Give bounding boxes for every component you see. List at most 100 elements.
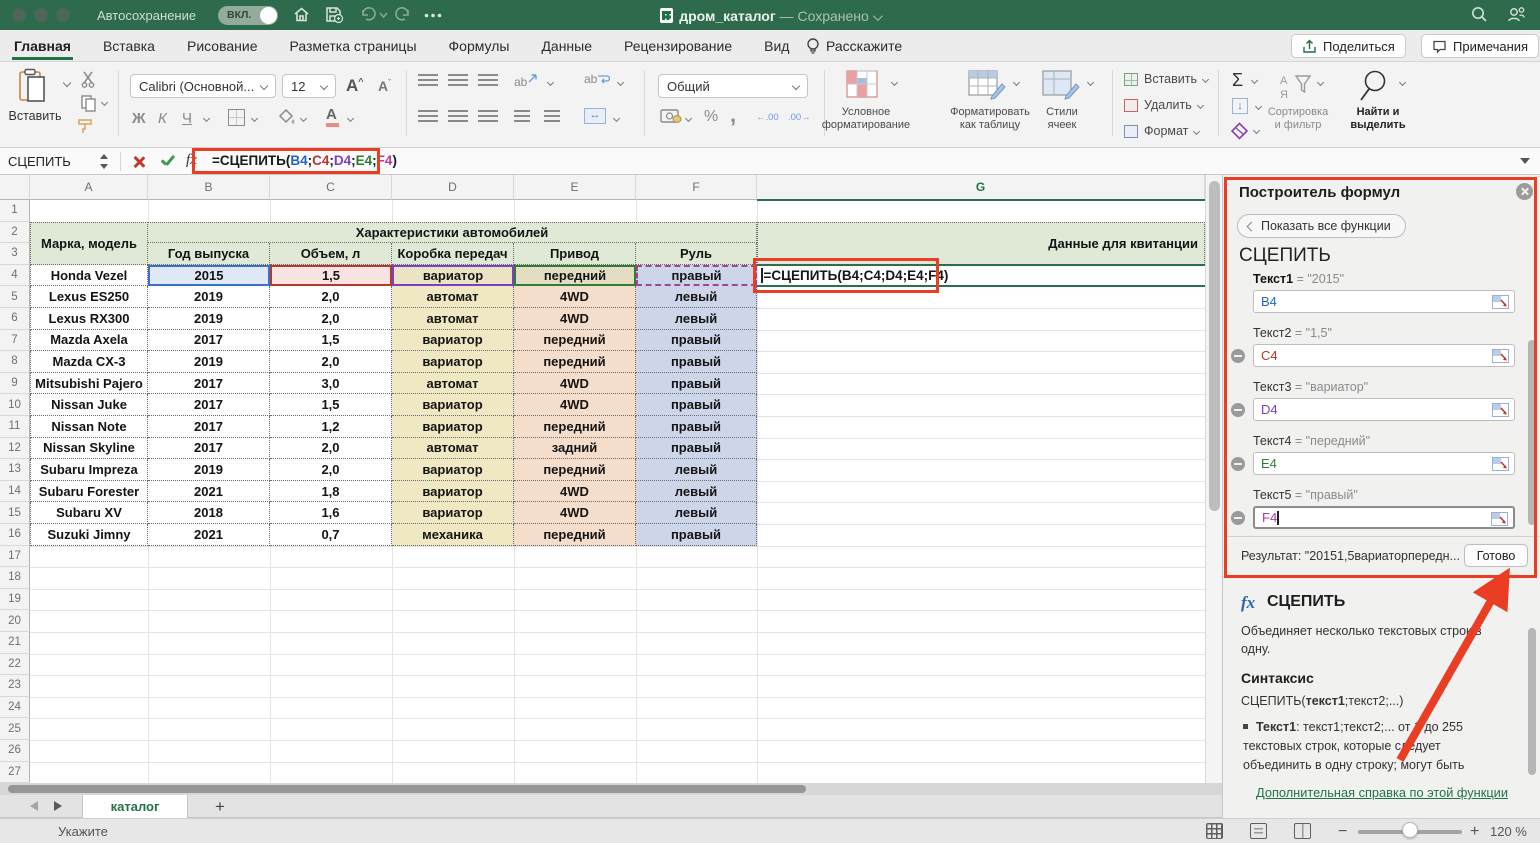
merge-cells-icon[interactable]: ↔	[584, 108, 606, 124]
name-box[interactable]: СЦЕПИТЬ	[8, 151, 96, 172]
arg-input-Текст3[interactable]: D4	[1253, 398, 1515, 421]
cell-A16[interactable]: Suzuki Jimny	[30, 524, 148, 546]
tab-Рисование[interactable]: Рисование	[185, 32, 260, 60]
align-right-icon[interactable]	[478, 110, 498, 124]
decrease-indent-icon[interactable]	[514, 110, 530, 124]
orientation-chevron-icon[interactable]	[547, 79, 554, 86]
sort-filter-chevron-icon[interactable]	[1317, 79, 1324, 86]
cell-F4[interactable]: правый	[636, 265, 757, 287]
tab-Вид[interactable]: Вид	[762, 32, 791, 60]
arg-input-Текст2[interactable]: C4	[1253, 344, 1515, 367]
wrap-text-chevron-icon[interactable]	[617, 79, 624, 86]
remove-arg-Текст3-button[interactable]	[1231, 403, 1245, 417]
currency-icon[interactable]	[660, 108, 682, 128]
help-scrollbar-thumb[interactable]	[1528, 628, 1536, 775]
ref-picker-icon[interactable]	[1492, 295, 1509, 309]
cell-F10[interactable]: правый	[636, 394, 757, 416]
cell-C8[interactable]: 2,0	[270, 351, 392, 373]
formula-input[interactable]: =СЦЕПИТЬ(B4;C4;D4;E4;F4)	[212, 153, 397, 168]
cell-B8[interactable]: 2019	[148, 351, 270, 373]
format-cells-button[interactable]: Формат	[1124, 124, 1199, 138]
cell-C3-subheader[interactable]: Объем, л	[270, 243, 392, 265]
close-panel-icon[interactable]	[1516, 183, 1533, 200]
cell-styles-label[interactable]: Стилиячеек	[1032, 106, 1092, 132]
font-size-combo[interactable]: 12	[282, 74, 336, 98]
cell-E13[interactable]: передний	[514, 459, 636, 481]
cell-D4[interactable]: вариатор	[392, 265, 514, 287]
horizontal-scrollbar-thumb[interactable]	[8, 785, 806, 793]
cell-C9[interactable]: 3,0	[270, 373, 392, 395]
insert-cells-button[interactable]: Вставить	[1124, 72, 1208, 86]
autosum-chevron-icon[interactable]	[1251, 77, 1258, 84]
comments-button[interactable]: Примечания	[1421, 34, 1539, 58]
bold-button[interactable]: Ж	[132, 110, 146, 127]
format-as-table-icon[interactable]	[968, 70, 1008, 103]
cell-A13[interactable]: Subaru Impreza	[30, 459, 148, 481]
cell-A10[interactable]: Nissan Juke	[30, 394, 148, 416]
cell-C16[interactable]: 0,7	[270, 524, 392, 546]
fill-color-chevron-icon[interactable]	[300, 115, 307, 122]
add-sheet-button[interactable]: +	[208, 795, 232, 818]
cell-D12[interactable]: автомат	[392, 438, 514, 460]
tab-Вставка[interactable]: Вставка	[101, 32, 157, 60]
cell-A5[interactable]: Lexus ES250	[30, 286, 148, 308]
ref-picker-icon[interactable]	[1492, 457, 1509, 471]
cell-E12[interactable]: задний	[514, 438, 636, 460]
number-format-combo[interactable]: Общий	[658, 74, 808, 98]
cell-D5[interactable]: автомат	[392, 286, 514, 308]
orientation-icon[interactable]: ab	[514, 72, 539, 89]
cell-E14[interactable]: 4WD	[514, 481, 636, 503]
format-painter-icon[interactable]	[76, 117, 96, 138]
search-icon[interactable]	[1470, 5, 1488, 23]
cell-F15[interactable]: левый	[636, 502, 757, 524]
cell-F8[interactable]: правый	[636, 351, 757, 373]
normal-view-icon[interactable]	[1206, 823, 1223, 839]
percent-style-button[interactable]: %	[704, 108, 718, 126]
cell-C15[interactable]: 1,6	[270, 502, 392, 524]
conditional-formatting-icon[interactable]	[846, 70, 884, 103]
done-button[interactable]: Готово	[1464, 544, 1528, 567]
tell-me-tab[interactable]: Расскажите	[806, 30, 902, 62]
arg-input-Текст4[interactable]: E4	[1253, 452, 1515, 475]
cell-E11[interactable]: передний	[514, 416, 636, 438]
align-bottom-icon[interactable]	[478, 74, 498, 88]
underline-button[interactable]: Ч	[182, 110, 192, 127]
title-chevron-icon[interactable]	[873, 11, 883, 21]
cut-icon[interactable]	[80, 70, 98, 91]
format-as-table-chevron-icon[interactable]	[1013, 79, 1020, 86]
font-color-chevron-icon[interactable]	[347, 115, 354, 122]
cell-B10[interactable]: 2017	[148, 394, 270, 416]
align-top-icon[interactable]	[418, 74, 438, 88]
contacts-icon[interactable]	[1505, 5, 1527, 24]
find-select-icon[interactable]	[1358, 68, 1394, 107]
cell-C11[interactable]: 1,2	[270, 416, 392, 438]
cell-E4[interactable]: передний	[514, 265, 636, 287]
ref-picker-icon[interactable]	[1491, 512, 1508, 526]
cell-E9[interactable]: 4WD	[514, 373, 636, 395]
cell-D15[interactable]: вариатор	[392, 502, 514, 524]
cell-B14[interactable]: 2021	[148, 481, 270, 503]
show-all-functions-button[interactable]: Показать все функции	[1237, 214, 1406, 238]
underline-chevron-icon[interactable]	[203, 115, 210, 122]
cell-C6[interactable]: 2,0	[270, 308, 392, 330]
tab-Разметка страницы[interactable]: Разметка страницы	[288, 32, 419, 60]
sort-filter-label[interactable]: Сортировкаи фильтр	[1256, 106, 1340, 132]
italic-button[interactable]: К	[158, 110, 167, 127]
cell-A7[interactable]: Mazda Axela	[30, 330, 148, 352]
font-name-combo[interactable]: Calibri (Основной...	[130, 74, 276, 98]
page-layout-view-icon[interactable]	[1250, 823, 1267, 839]
cell-E16[interactable]: передний	[514, 524, 636, 546]
align-left-icon[interactable]	[418, 110, 438, 124]
tab-Формулы[interactable]: Формулы	[447, 32, 512, 60]
cell-A11[interactable]: Nissan Note	[30, 416, 148, 438]
cell-B3-subheader[interactable]: Год выпуска	[148, 243, 270, 265]
align-center-icon[interactable]	[448, 110, 468, 124]
borders-icon[interactable]	[228, 109, 245, 126]
cell-B5[interactable]: 2019	[148, 286, 270, 308]
cell-C4[interactable]: 1,5	[270, 265, 392, 287]
sheet-tab-katalog[interactable]: каталог	[82, 795, 188, 818]
cell-F16[interactable]: правый	[636, 524, 757, 546]
conditional-formatting-label[interactable]: Условноеформатирование	[808, 106, 924, 132]
cell-D11[interactable]: вариатор	[392, 416, 514, 438]
copy-chevron-icon[interactable]	[101, 99, 108, 106]
